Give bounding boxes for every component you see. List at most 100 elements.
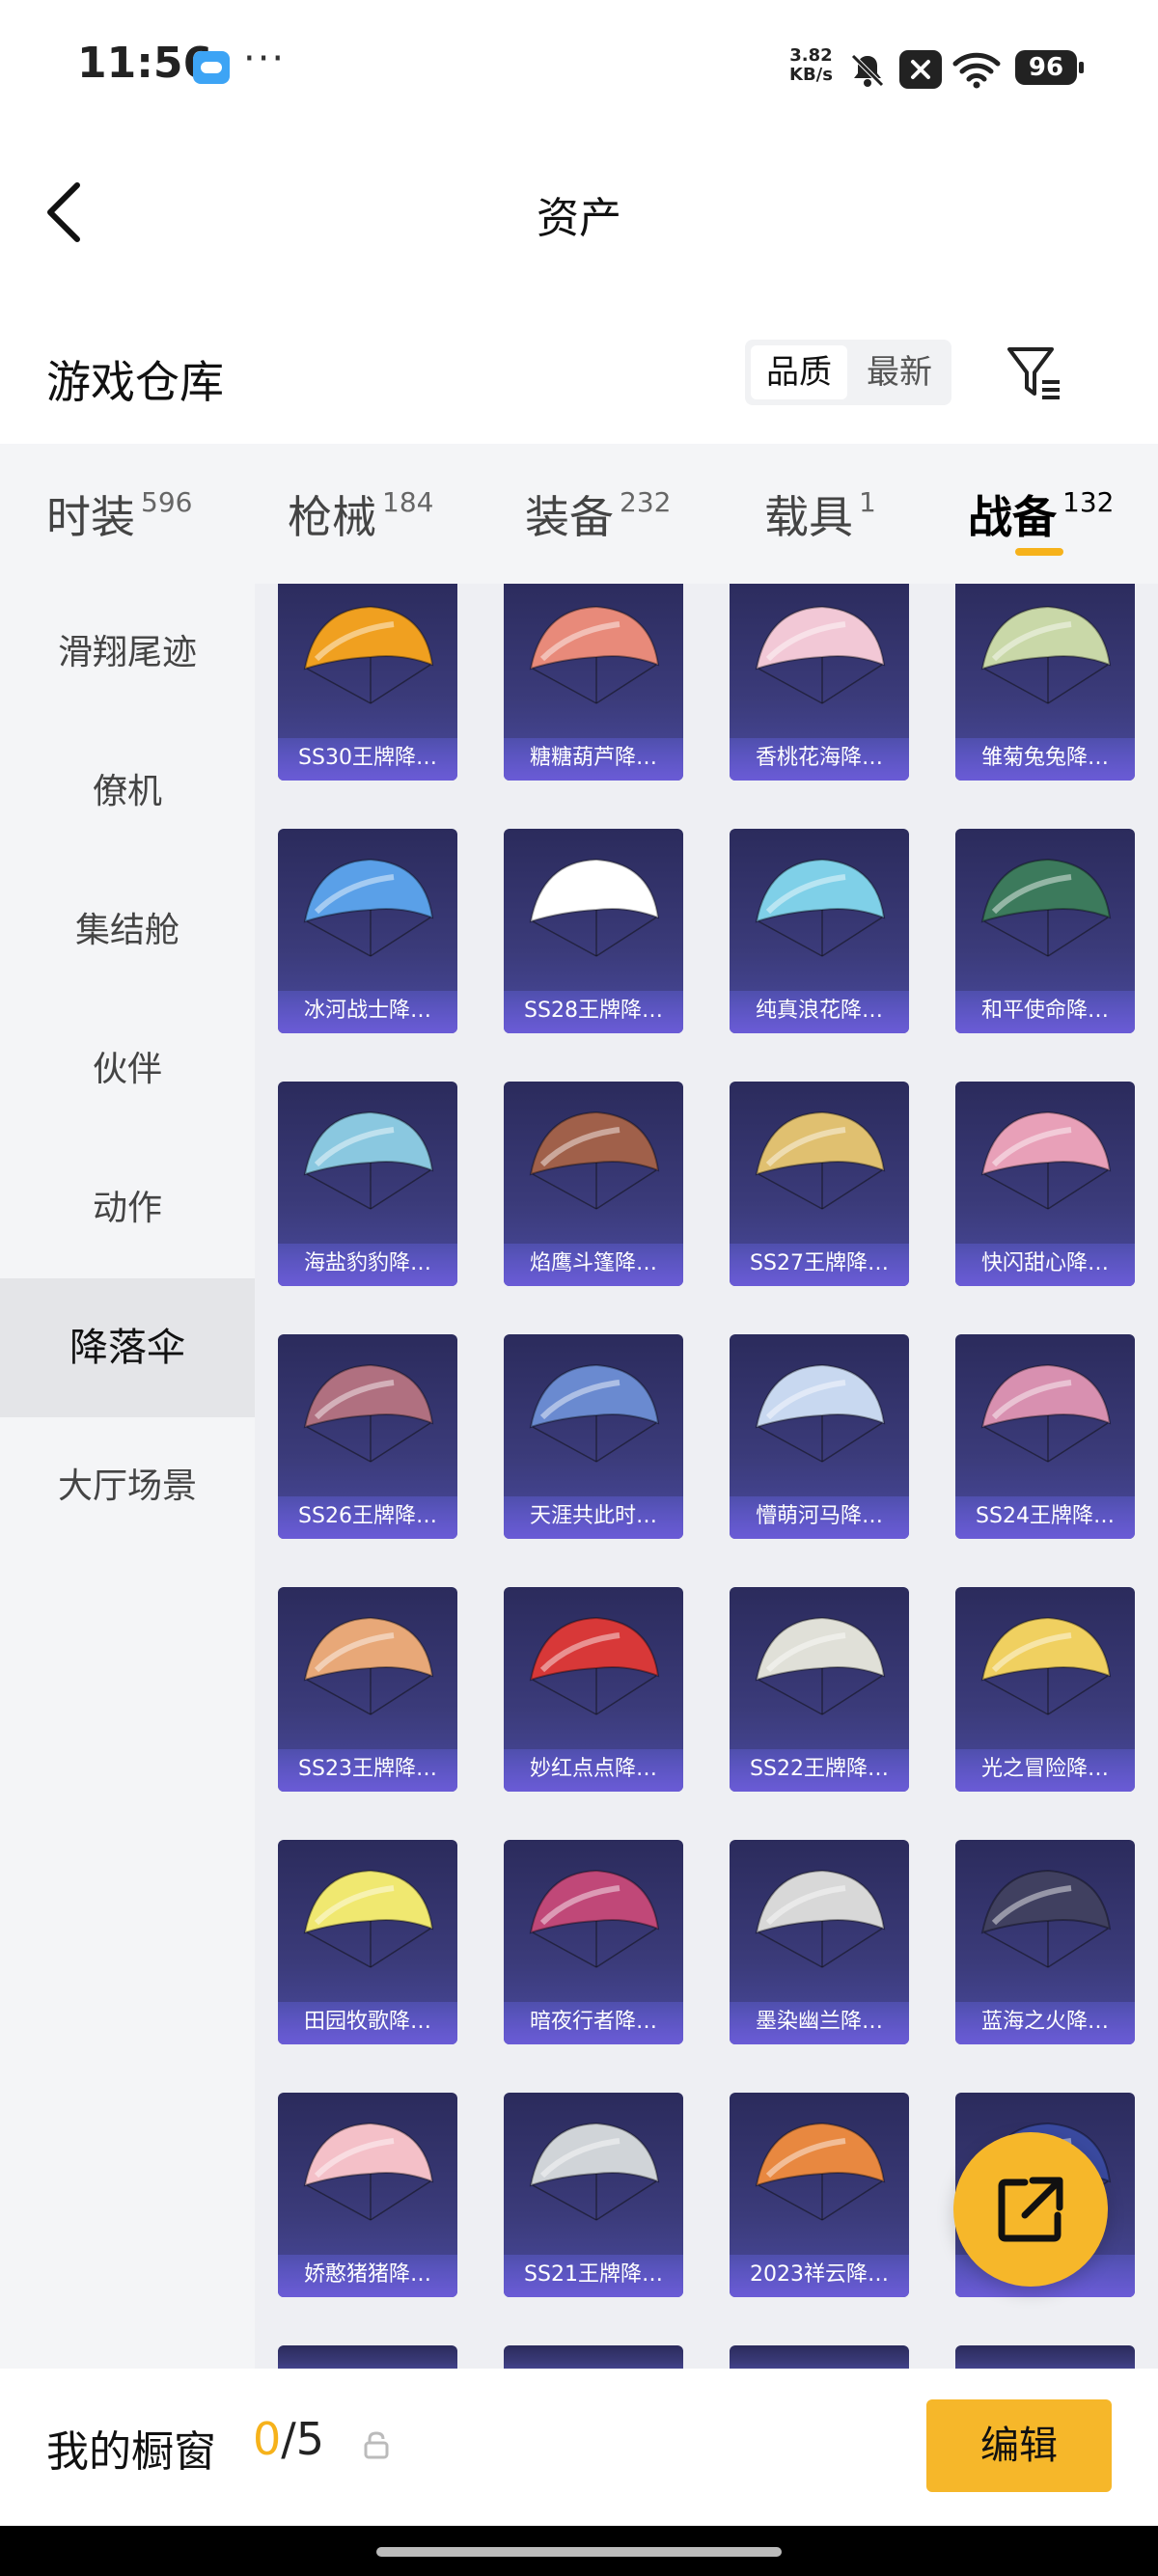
parachute-card[interactable]: 暗夜行者降… xyxy=(504,1840,683,2044)
tab-fashion[interactable]: 时装 596 xyxy=(46,482,192,546)
cloud-app-icon xyxy=(193,51,230,84)
parachute-card-label: SS23王牌降… xyxy=(278,1749,457,1792)
category-tabs: 时装 596 枪械 184 装备 232 载具 1 战备 132 xyxy=(0,444,1158,584)
sidebar-item-emote[interactable]: 动作 xyxy=(0,1139,255,1278)
parachute-card-label: SS22王牌降… xyxy=(730,1749,909,1792)
system-nav-bar xyxy=(0,2526,1158,2576)
parachute-card-partial[interactable] xyxy=(730,2345,909,2369)
parachute-card-partial[interactable] xyxy=(504,2345,683,2369)
parachute-icon xyxy=(755,1110,886,1210)
parachute-card[interactable]: 懵萌河马降… xyxy=(730,1334,909,1539)
parachute-card-label: SS30王牌降… xyxy=(278,738,457,781)
parachute-card[interactable]: 和平使命降… xyxy=(955,829,1135,1033)
network-speed: 3.82 KB/s xyxy=(789,45,833,85)
sort-quality-button[interactable]: 品质 xyxy=(751,345,847,399)
tab-combat-gear[interactable]: 战备 132 xyxy=(968,482,1114,546)
parachute-card[interactable]: 2023祥云降… xyxy=(730,2093,909,2297)
page-title: 资产 xyxy=(537,194,621,243)
parachute-card[interactable]: SS21王牌降… xyxy=(504,2093,683,2297)
parachute-card[interactable]: SS23王牌降… xyxy=(278,1587,457,1792)
edit-button[interactable]: 编辑 xyxy=(926,2399,1112,2492)
parachute-icon xyxy=(303,1869,434,1968)
parachute-card[interactable]: 冰河战士降… xyxy=(278,829,457,1033)
parachute-card-partial[interactable] xyxy=(955,2345,1135,2369)
parachute-card[interactable]: 香桃花海降… xyxy=(730,584,909,781)
sidebar-item-glide-trail[interactable]: 滑翔尾迹 xyxy=(0,584,255,723)
parachute-card[interactable]: SS26王牌降… xyxy=(278,1334,457,1539)
tab-equipment[interactable]: 装备 232 xyxy=(525,482,671,546)
parachute-icon xyxy=(303,605,434,704)
sidebar-item-partner[interactable]: 伙伴 xyxy=(0,1000,255,1139)
parachute-icon xyxy=(755,858,886,957)
parachute-card[interactable]: SS22王牌降… xyxy=(730,1587,909,1792)
parachute-card[interactable]: SS24王牌降… xyxy=(955,1334,1135,1539)
showcase-bar: 我的橱窗 0/5 编辑 xyxy=(0,2369,1158,2526)
parachute-grid: SS30王牌降… 糖糖葫芦降… 香桃花海降… 雏菊兔兔降… 冰河战士降… SS28王牌降…… xyxy=(255,584,1158,2369)
sort-latest-button[interactable]: 最新 xyxy=(851,345,948,399)
parachute-card-partial[interactable] xyxy=(278,2345,457,2369)
parachute-icon xyxy=(303,2122,434,2221)
parachute-card[interactable]: 雏菊兔兔降… xyxy=(955,584,1135,781)
lock-icon xyxy=(364,2431,389,2459)
parachute-card-label: 墨染幽兰降… xyxy=(730,2002,909,2044)
parachute-card[interactable]: 墨染幽兰降… xyxy=(730,1840,909,2044)
parachute-card-label: 妙红点点降… xyxy=(504,1749,683,1792)
tab-vehicles[interactable]: 载具 1 xyxy=(764,482,876,546)
parachute-card[interactable]: 光之冒险降… xyxy=(955,1587,1135,1792)
battery-indicator: 96 xyxy=(1015,50,1084,85)
filter-icon[interactable] xyxy=(1004,342,1065,403)
parachute-card-label: 雏菊兔兔降… xyxy=(955,738,1135,781)
parachute-card[interactable]: SS27王牌降… xyxy=(730,1082,909,1286)
parachute-card[interactable]: SS28王牌降… xyxy=(504,829,683,1033)
subcategory-sidebar: 滑翔尾迹 僚机 集结舱 伙伴 动作 降落伞 大厅场景 xyxy=(0,584,255,2369)
parachute-icon xyxy=(980,1869,1112,1968)
showcase-count: 0/5 xyxy=(253,2413,325,2465)
sidebar-item-wingman[interactable]: 僚机 xyxy=(0,723,255,862)
parachute-card-label: 暗夜行者降… xyxy=(504,2002,683,2044)
status-bar: 11:56 ··· 3.82 KB/s 96 xyxy=(0,0,1158,135)
parachute-icon xyxy=(755,1363,886,1463)
close-notification-icon xyxy=(899,50,942,89)
parachute-card-label: SS21王牌降… xyxy=(504,2255,683,2297)
parachute-icon xyxy=(529,1363,660,1463)
parachute-icon xyxy=(980,858,1112,957)
parachute-card[interactable]: 糖糖葫芦降… xyxy=(504,584,683,781)
parachute-icon xyxy=(529,605,660,704)
parachute-card-label: SS26王牌降… xyxy=(278,1496,457,1539)
parachute-card[interactable]: 海盐豹豹降… xyxy=(278,1082,457,1286)
parachute-card-label: 懵萌河马降… xyxy=(730,1496,909,1539)
parachute-card-label: 2023祥云降… xyxy=(730,2255,909,2297)
sidebar-item-assembly-pod[interactable]: 集结舱 xyxy=(0,862,255,1000)
home-gesture-bar[interactable] xyxy=(376,2547,782,2557)
parachute-card-label: 光之冒险降… xyxy=(955,1749,1135,1792)
sidebar-item-parachute[interactable]: 降落伞 xyxy=(0,1278,255,1417)
mute-bell-icon xyxy=(851,54,884,87)
parachute-card[interactable]: 纯真浪花降… xyxy=(730,829,909,1033)
parachute-card[interactable]: 天涯共此时… xyxy=(504,1334,683,1539)
parachute-card-label: SS28王牌降… xyxy=(504,991,683,1033)
parachute-card[interactable]: 蓝海之火降… xyxy=(955,1840,1135,2044)
tab-weapons[interactable]: 枪械 184 xyxy=(288,482,433,546)
share-external-icon xyxy=(998,2177,1063,2242)
parachute-card-label: 快闪甜心降… xyxy=(955,1244,1135,1286)
parachute-card-label: 娇憨猪猪降… xyxy=(278,2255,457,2297)
wifi-icon xyxy=(952,52,1001,89)
parachute-card[interactable]: 快闪甜心降… xyxy=(955,1082,1135,1286)
parachute-card[interactable]: 焰鹰斗篷降… xyxy=(504,1082,683,1286)
parachute-card[interactable]: SS30王牌降… xyxy=(278,584,457,781)
parachute-card-label: SS24王牌降… xyxy=(955,1496,1135,1539)
parachute-icon xyxy=(980,1363,1112,1463)
share-button[interactable] xyxy=(953,2132,1108,2287)
sidebar-item-lobby-scene[interactable]: 大厅场景 xyxy=(0,1417,255,1556)
parachute-icon xyxy=(755,605,886,704)
parachute-icon xyxy=(303,1616,434,1715)
parachute-icon xyxy=(755,1616,886,1715)
parachute-card[interactable]: 妙红点点降… xyxy=(504,1587,683,1792)
parachute-card[interactable]: 娇憨猪猪降… xyxy=(278,2093,457,2297)
parachute-icon xyxy=(529,1869,660,1968)
parachute-card[interactable]: 田园牧歌降… xyxy=(278,1840,457,2044)
parachute-icon xyxy=(303,1110,434,1210)
showcase-label: 我的橱窗 xyxy=(46,2427,216,2477)
parachute-icon xyxy=(755,2122,886,2221)
parachute-icon xyxy=(755,1869,886,1968)
